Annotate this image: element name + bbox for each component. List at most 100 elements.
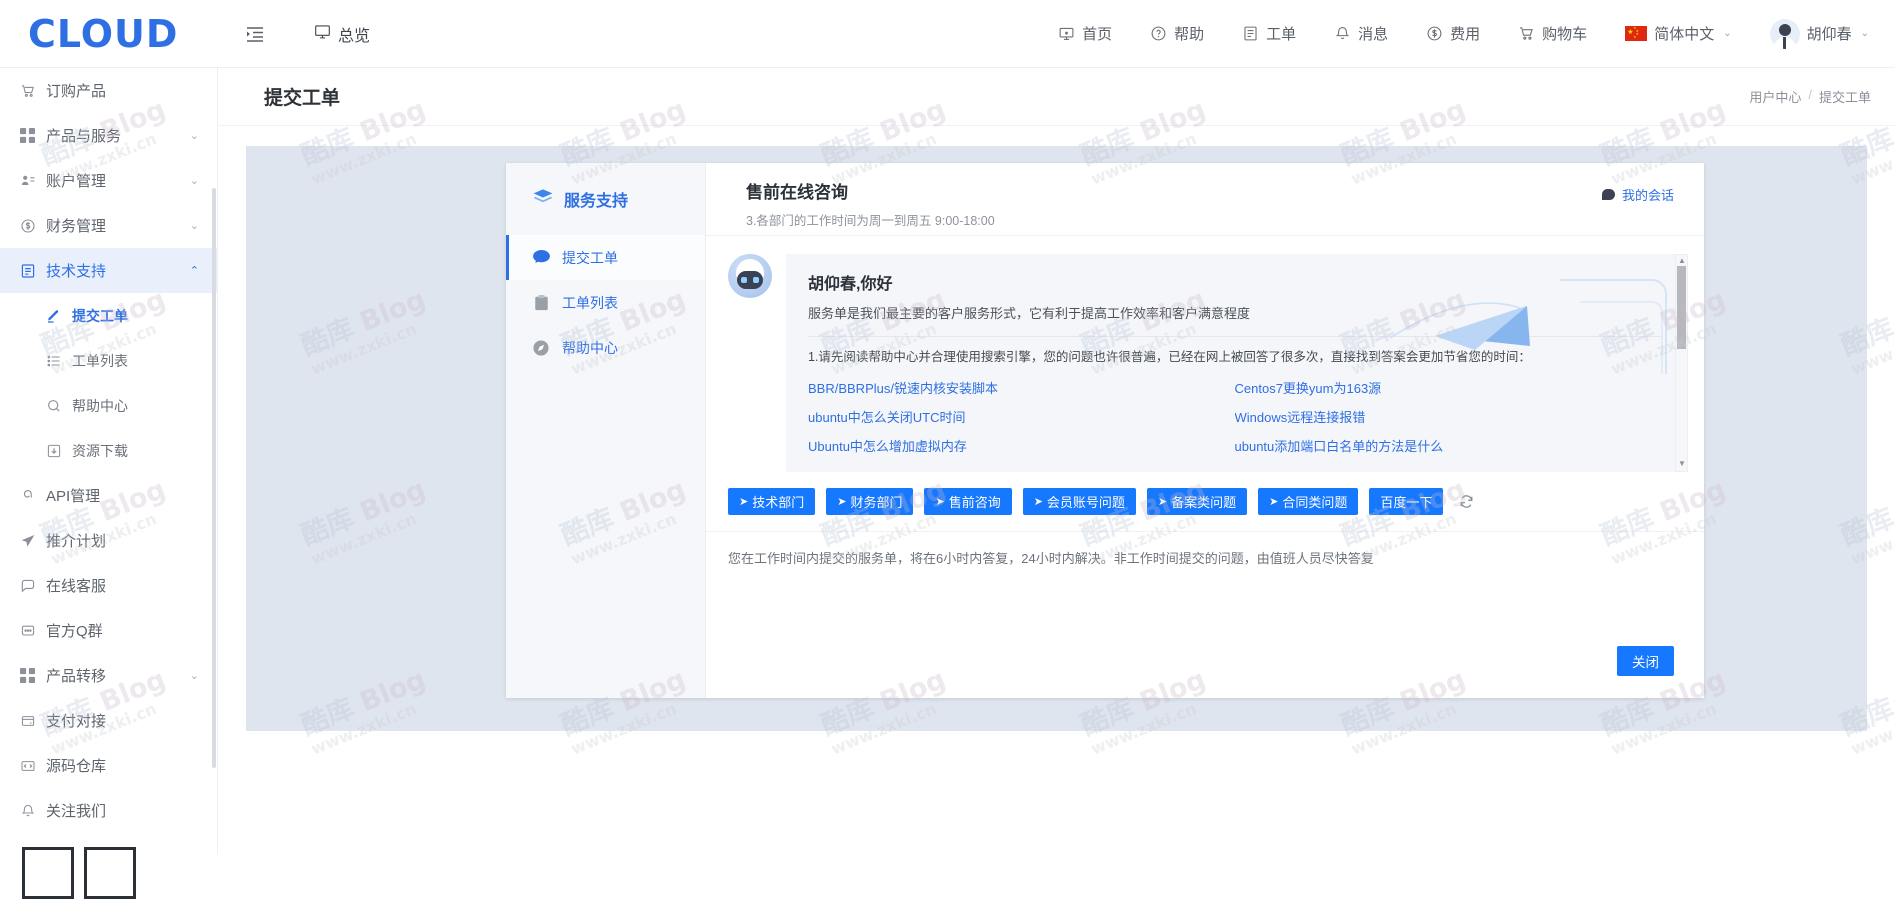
help-note: 1.请先阅读帮助中心并合理使用搜索引擎，您的问题也许很普遍，已经在网上被回答了很… (808, 350, 1531, 364)
dialog-header: 售前在线咨询 3.各部门的工作时间为周一到周五 9:00-18:00 我的会话 (706, 163, 1704, 236)
quick-button-label: 会员账号问题 (1046, 495, 1125, 510)
help-link[interactable]: ubuntu中怎么关闭UTC时间 (808, 403, 1235, 432)
sidebar-item-source-repository[interactable]: 源码仓库 (0, 743, 217, 788)
support-dialog: 服务支持 提交工单 工单列表 帮助中心 售前在线咨询 3.各部门的工作时间为周一… (506, 163, 1704, 698)
sidebar-item-ticket-list[interactable]: 工单列表 (0, 338, 217, 383)
quick-button-baidu-search[interactable]: 百度一下 (1369, 488, 1444, 515)
help-link[interactable]: Centos7更换yum为163源 (1235, 374, 1662, 403)
quick-button-presales[interactable]: ➤ 售前咨询 (924, 488, 1012, 515)
sidebar-item-label: API管理 (46, 488, 101, 505)
greeting-subtitle: 服务单是我们最主要的客户服务形式，它有利于提高工作效率和客户满意程度 (808, 306, 1251, 321)
topnav-item-messages[interactable]: 消息 (1334, 23, 1388, 44)
sidebar-sub-label: 资源下载 (72, 442, 128, 459)
topnav-item-tickets[interactable]: 工单 (1242, 23, 1296, 44)
help-link[interactable]: Windows远程连接报错 (1235, 403, 1662, 432)
sidebar-item-official-qq-group[interactable]: 官方Q群 (0, 608, 217, 653)
dialog-side-menu: 服务支持 提交工单 工单列表 帮助中心 (506, 163, 706, 698)
user-menu[interactable]: 胡仰春 ⌄ (1769, 18, 1869, 49)
scrollbar-thumb[interactable] (1677, 266, 1686, 349)
brand-logo[interactable]: CLOUD (0, 15, 218, 53)
topnav-label: 工单 (1266, 26, 1297, 43)
sidebar-item-label: 财务管理 (46, 218, 107, 235)
help-link[interactable]: Ubuntu中怎么增加虚拟内存 (808, 432, 1235, 461)
quick-button-icp-filing[interactable]: ➤ 备案类问题 (1146, 488, 1248, 515)
question-circle-icon (1150, 25, 1167, 42)
quick-button-label: 百度一下 (1380, 495, 1433, 510)
sidebar-item-label: 产品与服务 (46, 128, 122, 145)
page-title: 提交工单 (264, 88, 341, 109)
close-button[interactable]: 关闭 (1617, 646, 1674, 676)
breadcrumb: 用户中心 / 提交工单 (1749, 87, 1871, 106)
topnav-item-billing[interactable]: 费用 (1426, 23, 1480, 44)
sidebar-item-technical-support[interactable]: 技术支持 ⌃ (0, 248, 217, 293)
scroll-up-arrow-icon[interactable]: ▲ (1678, 257, 1686, 265)
sidebar-item-follow-us[interactable]: 关注我们 (0, 788, 217, 833)
pencil-icon (46, 308, 72, 324)
help-link[interactable]: ubuntu添加端口白名单的方法是什么 (1235, 432, 1662, 461)
my-session-label: 我的会话 (1621, 188, 1674, 203)
sidebar-item-label: 账户管理 (46, 173, 107, 190)
sidebar-item-online-service[interactable]: 在线客服 (0, 563, 217, 608)
sidebar-item-finance-management[interactable]: 财务管理 ⌄ (0, 203, 217, 248)
sidebar-sub-label: 帮助中心 (72, 397, 128, 414)
topnav-label: 帮助 (1174, 26, 1205, 43)
send-icon: ➤ (1269, 496, 1279, 508)
chat-scrollbar[interactable]: ▲ ▼ (1675, 254, 1688, 472)
bell-icon (20, 803, 46, 819)
sidebar-item-label: 技术支持 (46, 263, 107, 280)
quick-button-label: 财务部门 (850, 495, 903, 510)
dialog-menu-help-center[interactable]: 帮助中心 (506, 325, 705, 370)
chevron-down-icon: ⌄ (189, 175, 199, 187)
grid-icon (20, 668, 46, 683)
sidebar-item-referral-plan[interactable]: 推介计划 (0, 518, 217, 563)
sidebar-item-order-products[interactable]: 订购产品 (0, 68, 217, 113)
topnav-label: 消息 (1358, 26, 1389, 43)
breadcrumb-separator: / (1808, 87, 1812, 102)
chat-bubble-icon (1601, 189, 1615, 200)
dialog-menu-label: 工单列表 (562, 294, 618, 311)
topnav-item-home[interactable]: 首页 (1058, 23, 1112, 44)
wallet-icon (20, 713, 46, 729)
my-session-link[interactable]: 我的会话 (1601, 185, 1674, 204)
dialog-menu-ticket-list[interactable]: 工单列表 (506, 280, 705, 325)
help-link[interactable]: BBR/BBRPlus/锐速内核安装脚本 (808, 374, 1235, 403)
china-flag-icon: ★ ★ ★ ★ ★ (1625, 26, 1648, 41)
monitor-icon (314, 23, 331, 45)
send-icon: ➤ (739, 496, 749, 508)
overview-label: 总览 (338, 27, 371, 45)
chevron-down-icon: ⌄ (1860, 28, 1869, 39)
chat-area: 胡仰春,你好 服务单是我们最主要的客户服务形式，它有利于提高工作效率和客户满意程… (706, 236, 1704, 476)
quick-button-finance-dept[interactable]: ➤ 财务部门 (826, 488, 914, 515)
link-icon (20, 488, 46, 504)
code-icon (20, 758, 46, 774)
sidebar-item-payment-integration[interactable]: 支付对接 (0, 698, 217, 743)
language-selector[interactable]: ★ ★ ★ ★ ★ 简体中文 ⌄ (1625, 23, 1732, 44)
scroll-down-arrow-icon[interactable]: ▼ (1678, 460, 1686, 468)
greeting-block: 胡仰春,你好 服务单是我们最主要的客户服务形式，它有利于提高工作效率和客户满意程… (786, 254, 1683, 322)
quick-action-buttons: ➤ 技术部门 ➤ 财务部门 ➤ 售前咨询 ➤ 会员账号问题 ➤ 备案类问题 ➤ … (706, 476, 1704, 515)
breadcrumb-item-current: 提交工单 (1818, 90, 1871, 105)
topnav-item-cart[interactable]: 购物车 (1518, 23, 1587, 44)
topnav-item-help[interactable]: 帮助 (1150, 23, 1204, 44)
refresh-icon[interactable] (1458, 493, 1475, 510)
quick-button-contract[interactable]: ➤ 合同类问题 (1258, 488, 1359, 515)
sidebar-item-products-services[interactable]: 产品与服务 ⌄ (0, 113, 217, 158)
sidebar-item-submit-ticket[interactable]: 提交工单 (0, 293, 217, 338)
list-icon (46, 353, 72, 369)
sidebar-item-help-center[interactable]: 帮助中心 (0, 383, 217, 428)
overview-nav-item[interactable]: 总览 (314, 22, 370, 46)
dialog-menu-submit-ticket[interactable]: 提交工单 (506, 235, 705, 280)
sidebar-item-product-transfer[interactable]: 产品转移 ⌄ (0, 653, 217, 698)
avatar (1769, 18, 1800, 49)
dialog-brand: 服务支持 (506, 163, 705, 235)
sidebar-scrollbar[interactable] (212, 188, 216, 768)
sidebar-item-api-management[interactable]: API管理 (0, 473, 217, 518)
sidebar-item-resource-download[interactable]: 资源下载 (0, 428, 217, 473)
quick-button-member-account[interactable]: ➤ 会员账号问题 (1022, 488, 1136, 515)
support-layers-icon (532, 188, 554, 211)
breadcrumb-item-user-center[interactable]: 用户中心 (1749, 87, 1801, 106)
quick-button-tech-dept[interactable]: ➤ 技术部门 (728, 488, 816, 515)
menu-collapse-icon[interactable] (232, 11, 278, 57)
message-dots-icon (20, 623, 46, 639)
sidebar-item-account-management[interactable]: 账户管理 ⌄ (0, 158, 217, 203)
